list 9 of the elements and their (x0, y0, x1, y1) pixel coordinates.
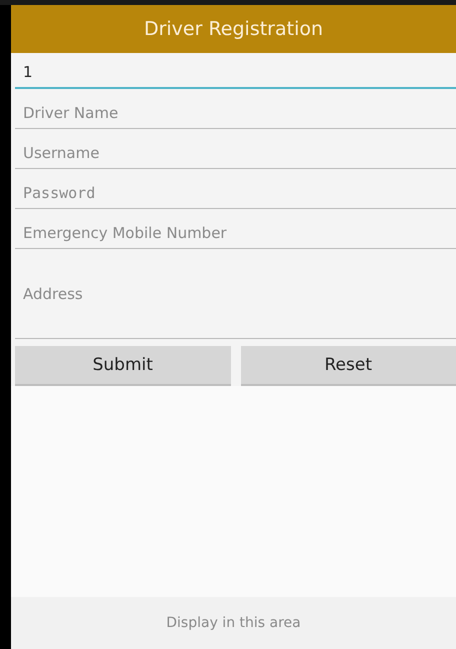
reset-button[interactable]: Reset (240, 346, 456, 386)
input-field[interactable]: Username (15, 137, 456, 169)
input-field[interactable]: Driver Name (15, 97, 456, 129)
submit-button[interactable]: Submit (15, 346, 230, 386)
input-field[interactable]: Password (15, 177, 456, 209)
input-field[interactable]: Emergency Mobile Number (15, 217, 456, 249)
input-field[interactable]: 1 (15, 57, 456, 89)
screen-title: Driver Registration (11, 5, 456, 53)
address-field[interactable]: Address (15, 257, 456, 339)
